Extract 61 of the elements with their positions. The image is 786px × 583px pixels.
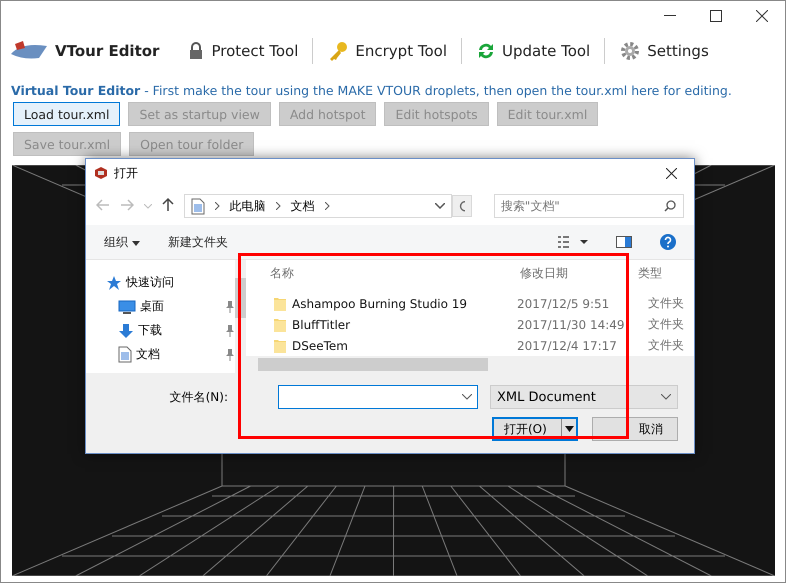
download-icon [118, 322, 134, 338]
nav-item[interactable]: 下载 [118, 322, 235, 339]
folder-icon [274, 338, 286, 352]
caret-icon[interactable] [661, 394, 671, 400]
folder-icon [274, 296, 286, 310]
file-row[interactable]: Ashampoo Burning Studio 19 2017/12/5 9:51 文件夹 [246, 294, 694, 312]
gear-icon [619, 40, 642, 62]
breadcrumb-item[interactable]: 文档 [290, 198, 315, 214]
pin-icon[interactable] [224, 348, 235, 360]
cancel-button[interactable]: 取消 [592, 417, 678, 441]
breadcrumb-item[interactable]: 此电脑 [230, 198, 266, 214]
column-header[interactable]: 名称 [270, 264, 520, 282]
minimize-icon [664, 15, 676, 17]
caret-icon [132, 240, 140, 246]
file-row[interactable]: BluffTitler 2017/11/30 14:49 文件夹 [246, 315, 694, 333]
search-field[interactable]: 搜索"文档" [494, 194, 684, 218]
filename-field[interactable] [278, 385, 478, 409]
description-text: Virtual Tour Editor - First make the tour using the MAKE VTOUR droplets, then open the tour.xml here for editing. [10, 82, 733, 98]
nav-item[interactable]: 桌面 [118, 298, 235, 315]
toolbar-tab[interactable]: Protect Tool [173, 38, 312, 64]
toolbar-tab[interactable]: Update Tool [462, 37, 604, 65]
command-button[interactable]: 组织 [104, 234, 140, 250]
action-button[interactable]: Load tour.xml [13, 102, 120, 126]
dialog-title: 打开 [114, 164, 138, 182]
chevron-icon [214, 202, 220, 210]
close-icon [666, 168, 676, 178]
nav-item[interactable]: 快速访问 [106, 274, 235, 291]
caret-icon[interactable] [462, 394, 472, 400]
address-bar[interactable]: 此电脑 文档 [184, 194, 452, 218]
chevron-icon [276, 202, 281, 210]
filetype-select[interactable]: XML Document [490, 385, 678, 409]
refresh-button[interactable] [452, 195, 472, 217]
toolbar-tab[interactable]: Encrypt Tool [313, 36, 461, 66]
folder-icon [274, 318, 286, 332]
maximize-icon [710, 10, 722, 22]
caret-icon[interactable] [564, 426, 574, 432]
filename-label: 文件名(N): [170, 388, 228, 406]
pin-icon[interactable] [224, 324, 235, 336]
toolbar-tab[interactable]: VTour Editor [9, 36, 174, 66]
document-icon [190, 198, 205, 214]
command-button[interactable]: 新建文件夹 [168, 234, 228, 250]
column-header[interactable]: 修改日期 [520, 264, 638, 282]
scrollbar[interactable] [246, 356, 694, 373]
desktop-icon [118, 300, 136, 314]
search-icon [664, 200, 676, 212]
app-icon [94, 166, 108, 180]
star-icon [106, 274, 122, 290]
file-row[interactable]: DSeeTem 2017/12/4 17:17 文件夹 [246, 336, 694, 354]
help-icon[interactable] [660, 234, 676, 250]
nav-item[interactable]: 文档 [118, 346, 235, 363]
column-header[interactable]: 类型 [638, 264, 678, 282]
toolbar-tab[interactable]: Settings [605, 36, 723, 66]
pin-icon[interactable] [224, 300, 235, 312]
preview-pane-icon[interactable] [616, 236, 632, 248]
refresh-icon [458, 200, 465, 212]
dropdown-icon[interactable] [434, 203, 445, 209]
refresh-icon [476, 41, 496, 61]
chevron-icon [324, 202, 330, 210]
document-icon [118, 346, 132, 363]
view-options-icon[interactable] [558, 236, 588, 248]
close-icon [756, 10, 768, 22]
